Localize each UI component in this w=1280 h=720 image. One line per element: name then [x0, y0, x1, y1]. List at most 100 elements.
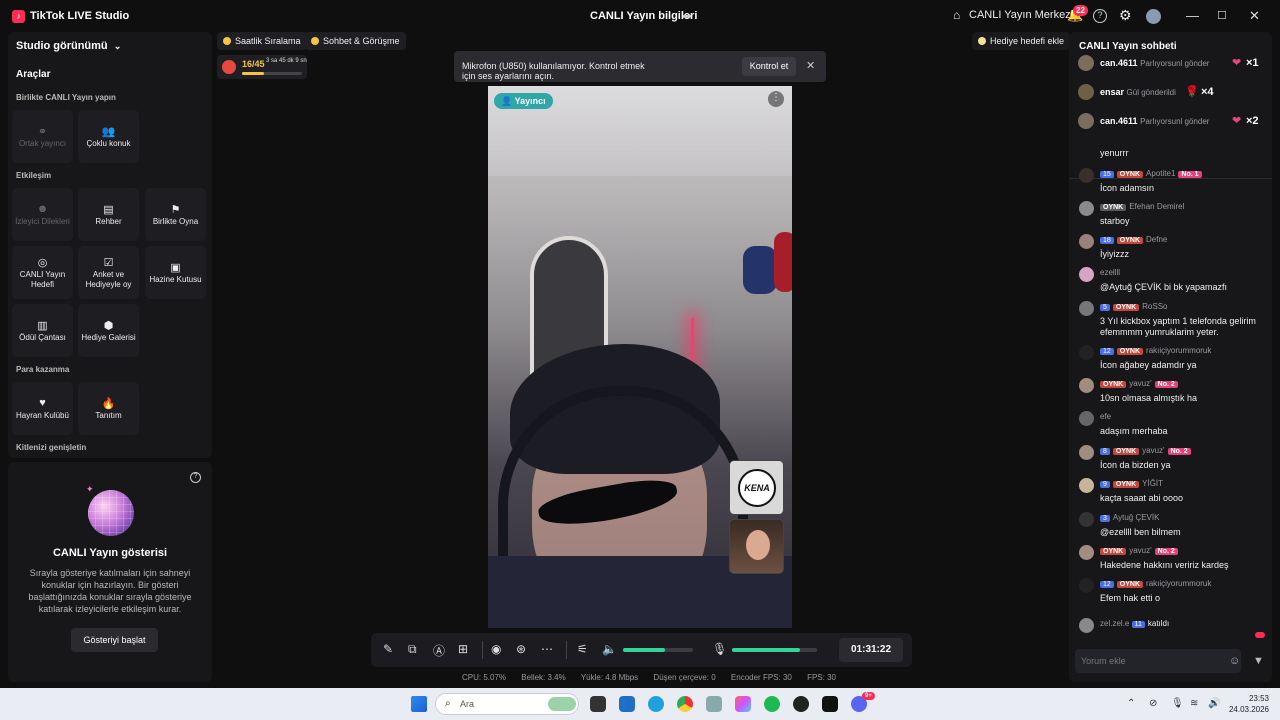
- tile-guide[interactable]: ▤ Rehber: [78, 188, 139, 241]
- live-goal-icon: ◎: [37, 256, 48, 269]
- emoji-icon[interactable]: ☺: [1229, 655, 1240, 667]
- poll-icon: ☑: [103, 256, 114, 269]
- studio-view-dropdown[interactable]: Studio görünümü ⌄: [16, 40, 121, 52]
- mic-volume-slider[interactable]: [732, 648, 817, 652]
- guest-tile-2[interactable]: [729, 519, 784, 574]
- tiktok-icon[interactable]: [822, 696, 838, 712]
- username[interactable]: zel.zel.e: [1100, 619, 1129, 628]
- username[interactable]: ezellll: [1100, 268, 1120, 277]
- username[interactable]: Defne: [1146, 235, 1167, 244]
- username[interactable]: Efehan Demirel: [1129, 202, 1184, 211]
- effects-icon[interactable]: ⧉: [408, 642, 417, 657]
- microphone-icon[interactable]: 🎙: [712, 642, 727, 656]
- username[interactable]: rakıiçiyorummoruk: [1146, 579, 1211, 588]
- spotify-icon[interactable]: [764, 696, 780, 712]
- network-icon[interactable]: ⊘: [1149, 698, 1157, 709]
- tile-label: Hayran Kulübü: [16, 410, 69, 420]
- gear-icon[interactable]: ⚙: [1119, 7, 1132, 24]
- chat-call-chip[interactable]: Sohbet & Görüşme: [305, 32, 406, 50]
- chevron-up-icon[interactable]: ⌃: [1127, 698, 1135, 709]
- maximize-icon[interactable]: ☐: [1217, 9, 1227, 22]
- username[interactable]: Aytuğ ÇEVİK: [1113, 513, 1160, 522]
- tile-live-goal[interactable]: ◎ CANLI Yayın Hedefi: [12, 246, 73, 299]
- rank-badge: No. 2: [1154, 381, 1178, 388]
- speaker-icon[interactable]: 🔈: [602, 642, 617, 656]
- section-together: Birlikte CANLI Yayın yapın: [16, 93, 116, 102]
- tile-poll[interactable]: ☑ Anket ve Hediyeyle oy: [78, 246, 139, 299]
- username[interactable]: efe: [1100, 412, 1111, 421]
- settings-app-icon[interactable]: [706, 696, 722, 712]
- volume-icon[interactable]: 🔊: [1208, 698, 1220, 709]
- filter-icon[interactable]: ▼: [1253, 655, 1264, 667]
- stabilize-icon[interactable]: ⊛: [516, 642, 526, 656]
- username[interactable]: YİĞİT: [1142, 479, 1163, 488]
- memory-stat: Bellek: 3.4%: [521, 673, 566, 682]
- guide-icon: ▤: [103, 203, 114, 216]
- tile-gift-gallery[interactable]: ⬢ Hediye Galerisi: [78, 304, 139, 357]
- tools-panel: Studio görünümü ⌄ Araçlar Birlikte CANLI…: [8, 32, 212, 458]
- username[interactable]: yavuz': [1129, 546, 1151, 555]
- tile-promote[interactable]: 🔥 Tanıtım: [78, 382, 139, 435]
- mixer-icon[interactable]: ⚟: [577, 642, 588, 656]
- add-source-icon[interactable]: ⊞: [458, 642, 468, 656]
- message-text: 10sn olmasa almıştık ha: [1100, 393, 1198, 403]
- wifi-icon[interactable]: ≋: [1190, 698, 1198, 709]
- copilot-icon[interactable]: [735, 696, 751, 712]
- add-gift-goal-chip[interactable]: Hediye hedefi ekle: [972, 32, 1071, 50]
- close-icon[interactable]: ✕: [1249, 8, 1260, 24]
- help-icon[interactable]: ?: [190, 472, 201, 483]
- help-icon[interactable]: ?: [1093, 9, 1107, 23]
- tile-fan-club[interactable]: ♥ Hayran Kulübü: [12, 382, 73, 435]
- viewer-wishes-icon: ☻: [36, 202, 49, 215]
- username[interactable]: Apotite1: [1146, 169, 1175, 178]
- message-text: İcon adamsın: [1100, 183, 1155, 193]
- start-show-button[interactable]: Gösteriyi başlat: [71, 628, 158, 652]
- magic-wand-icon[interactable]: ✎: [383, 642, 393, 656]
- tile-label: İzleyici Dilekleri: [15, 216, 70, 226]
- tile-label: Hediye Galerisi: [81, 332, 136, 342]
- live-center-link[interactable]: CANLI Yayın Merkezi: [969, 9, 1073, 21]
- check-button[interactable]: Kontrol et: [742, 57, 796, 76]
- message-text: kaçta saaat abi oooo: [1100, 493, 1184, 503]
- level-badge: 9: [1100, 481, 1110, 488]
- tile-treasure-box[interactable]: ▣ Hazine Kutusu: [145, 246, 206, 299]
- windows-start-icon[interactable]: [411, 696, 427, 712]
- more-options-icon[interactable]: ⋮: [768, 91, 784, 107]
- record-icon[interactable]: ◉: [491, 642, 501, 656]
- ai-icon[interactable]: Ⓐ: [433, 642, 445, 659]
- speaker-volume-slider[interactable]: [623, 648, 693, 652]
- taskbar-search[interactable]: ⌕ Ara: [435, 693, 579, 715]
- guest-logo: KENA: [738, 469, 776, 507]
- taskbar-clock[interactable]: 23:53 24.03.2026: [1227, 693, 1269, 715]
- tile-reward-bag[interactable]: ▥ Ödül Çantası: [12, 304, 73, 357]
- tile-viewer-wishes[interactable]: ☻ İzleyici Dilekleri: [12, 188, 73, 241]
- home-icon[interactable]: ⌂: [953, 8, 960, 22]
- goal-time: 3 sa 45 dk 9 sn: [266, 58, 307, 64]
- comment-input[interactable]: Yorum ekle: [1075, 649, 1241, 673]
- close-icon[interactable]: ✕: [806, 59, 815, 72]
- task-view-icon[interactable]: [590, 696, 606, 712]
- tile-multi-guest[interactable]: 👥 Çoklu konuk: [78, 110, 139, 163]
- username[interactable]: rakıiçiyorummoruk: [1146, 346, 1211, 355]
- username[interactable]: yavuz': [1129, 379, 1151, 388]
- username[interactable]: yavuz': [1142, 446, 1164, 455]
- hourly-ranking-chip[interactable]: Saatlik Sıralama: [217, 32, 307, 50]
- fan-club-icon: ♥: [39, 396, 46, 409]
- more-icon[interactable]: ⋯: [541, 642, 553, 656]
- avatar[interactable]: [1146, 9, 1161, 24]
- message-meta: 12 OYNK rakıiçiyorummoruk: [1100, 579, 1211, 588]
- username[interactable]: RoSSo: [1142, 302, 1167, 311]
- tile-play-together[interactable]: ⚑ Birlikte Oyna: [145, 188, 206, 241]
- share-icon[interactable]: ➦: [682, 9, 692, 23]
- section-interaction: Etkileşim: [16, 171, 52, 180]
- guest-tile-1[interactable]: KENA: [729, 460, 784, 515]
- tile-co-host[interactable]: ⚭ Ortak yayıncı: [12, 110, 73, 163]
- chrome-icon[interactable]: [677, 696, 693, 712]
- microphone-icon[interactable]: 🎙: [1171, 698, 1184, 709]
- outlook-icon[interactable]: [619, 696, 635, 712]
- edge-icon[interactable]: [648, 696, 664, 712]
- obs-icon[interactable]: [793, 696, 809, 712]
- avatar: [1079, 345, 1094, 360]
- minimize-icon[interactable]: —: [1186, 8, 1199, 23]
- live-goal-chip[interactable]: 16/45 3 sa 45 dk 9 sn: [217, 55, 307, 79]
